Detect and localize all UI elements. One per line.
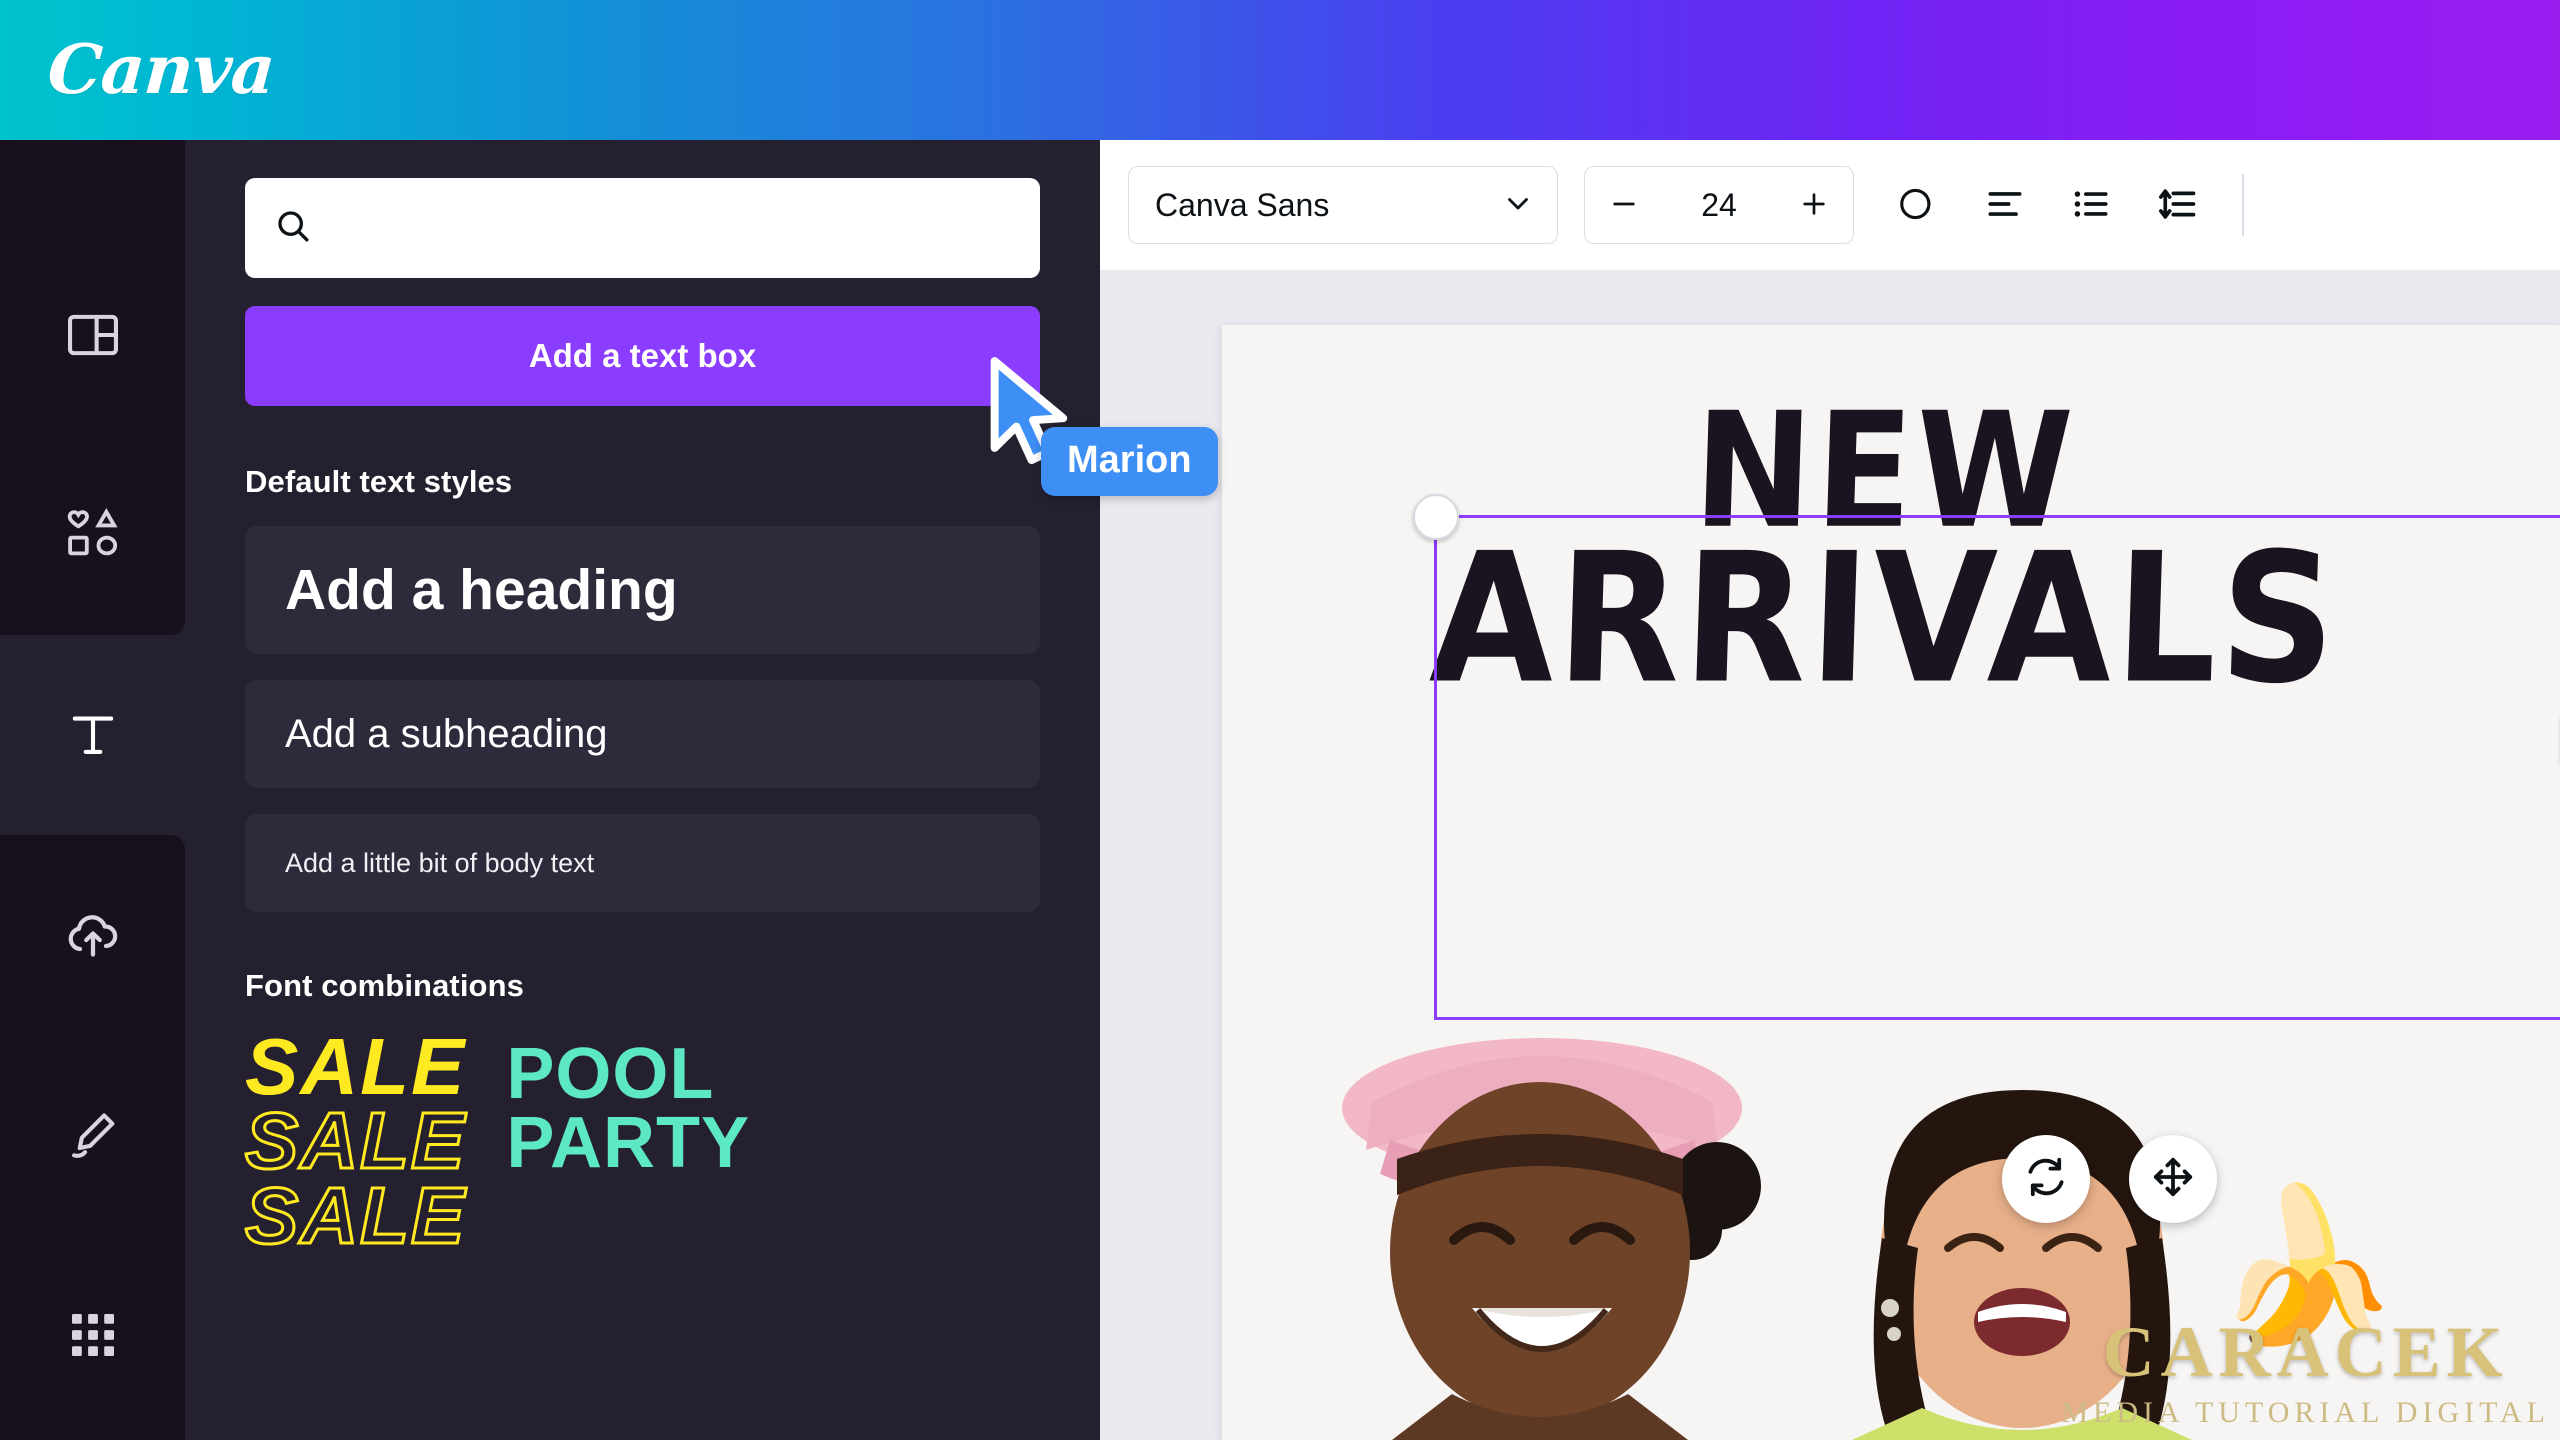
combo-line: POOL — [506, 1034, 715, 1114]
shapes-icon — [62, 504, 124, 566]
line-spacing-button[interactable] — [2134, 162, 2220, 248]
headline-line-2: ARRIVALS — [1427, 513, 2342, 724]
combo-line: SALE — [245, 1022, 467, 1111]
font-combination-sale[interactable]: SALE SALE SALE — [243, 1022, 467, 1260]
combo-line: PARTY — [506, 1103, 751, 1184]
text-panel: Add a text box Default text styles Add a… — [185, 140, 1100, 1440]
sidebar-item-uploads[interactable] — [0, 835, 185, 1035]
canva-editor-window: Canva Add a text box Default text styles… — [0, 0, 2560, 1440]
text-style-body[interactable]: Add a little bit of body text — [245, 814, 1040, 912]
collaborator-name-label: Marion — [1041, 427, 1218, 496]
plus-icon — [1798, 188, 1830, 223]
chevron-down-icon — [1501, 186, 1535, 225]
text-style-heading[interactable]: Add a heading — [245, 526, 1040, 654]
design-page[interactable]: NEW ARRIVALS — [1222, 325, 2560, 1440]
cloud-upload-icon — [63, 905, 123, 965]
text-toolbar: Canva Sans — [1100, 140, 2560, 270]
text-align-button[interactable] — [1962, 162, 2048, 248]
canvas-scroll-area[interactable]: NEW ARRIVALS — [1100, 270, 2560, 1440]
font-family-label: Canva Sans — [1155, 186, 1330, 223]
text-style-label: Add a little bit of body text — [285, 847, 595, 878]
text-style-subheading[interactable]: Add a subheading — [245, 680, 1040, 788]
grid-apps-icon — [65, 1307, 121, 1363]
combo-line: SALE — [243, 1170, 467, 1260]
text-t-icon — [64, 706, 122, 764]
sidebar-item-text[interactable] — [0, 607, 185, 863]
rotate-button[interactable] — [2002, 1135, 2090, 1223]
editor-area: Canva Sans 24 NEW ARRIVALS 🍌 CARACEK MED… — [1100, 140, 2560, 1440]
font-size-increase-button[interactable] — [1775, 167, 1853, 243]
font-size-decrease-button[interactable] — [1585, 167, 1663, 243]
search-input[interactable] — [331, 211, 1012, 245]
line-spacing-icon — [2155, 182, 2199, 229]
design-headline-text[interactable]: NEW ARRIVALS — [1312, 379, 2457, 723]
move-button[interactable] — [2129, 1135, 2217, 1223]
font-combination-list: SALE SALE SALE POOL PARTY — [243, 1022, 1040, 1260]
text-style-label: Add a subheading — [285, 711, 608, 756]
collaborator-cursor: Marion — [985, 355, 1218, 496]
rotate-icon — [2022, 1153, 2070, 1206]
layout-icon — [64, 306, 122, 364]
font-size-input[interactable] — [1663, 186, 1775, 224]
sidebar-item-draw[interactable] — [0, 1035, 185, 1235]
pen-draw-icon — [64, 1106, 122, 1164]
text-style-label: Add a heading — [285, 558, 678, 622]
font-size-stepper[interactable] — [1584, 166, 1854, 244]
toolbar-divider — [2242, 174, 2244, 236]
text-effects-icon — [1897, 182, 1941, 229]
add-text-box-button[interactable]: Add a text box — [245, 306, 1040, 406]
search-icon — [273, 206, 313, 251]
left-icon-rail — [0, 140, 185, 1440]
sidebar-item-design[interactable] — [0, 235, 185, 435]
minus-icon — [1608, 188, 1640, 223]
font-combination-pool-party[interactable]: POOL PARTY — [506, 1034, 751, 1184]
app-header: Canva — [0, 0, 2560, 140]
bullet-list-icon — [2069, 182, 2113, 229]
font-family-select[interactable]: Canva Sans — [1128, 166, 1558, 244]
canva-logo[interactable]: Canva — [45, 30, 277, 110]
align-left-icon — [1983, 182, 2027, 229]
move-icon — [2149, 1153, 2197, 1206]
text-effects-button[interactable] — [1876, 162, 1962, 248]
sidebar-item-apps[interactable] — [0, 1235, 185, 1435]
search-box[interactable] — [245, 178, 1040, 278]
sidebar-item-elements[interactable] — [0, 435, 185, 635]
design-photo[interactable] — [1222, 990, 2560, 1440]
default-text-styles-heading: Default text styles — [245, 464, 513, 499]
bullet-list-button[interactable] — [2048, 162, 2134, 248]
combo-line: SALE — [243, 1096, 467, 1186]
font-combinations-heading: Font combinations — [245, 968, 524, 1003]
